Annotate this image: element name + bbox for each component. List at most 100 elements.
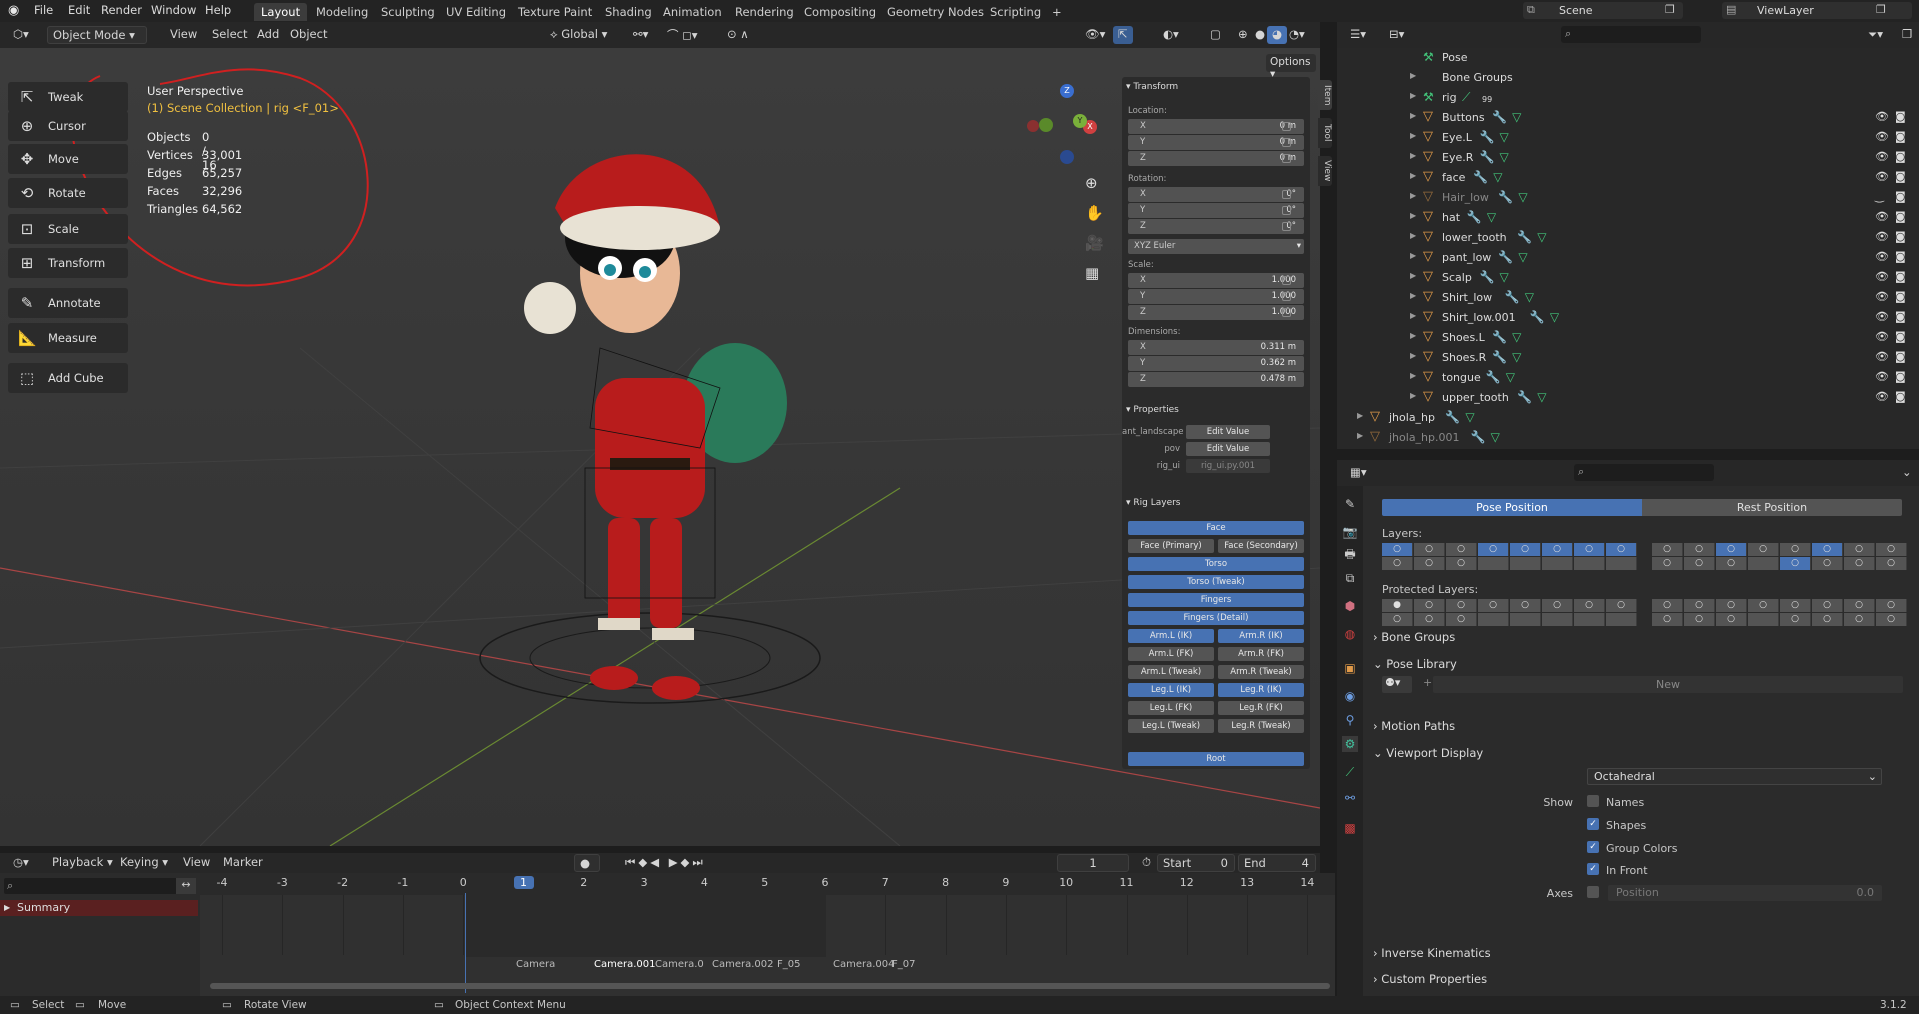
timeline-search-input[interactable]: ⌕: [4, 878, 196, 894]
layer-toggle[interactable]: ○: [1684, 543, 1715, 556]
eye-icon[interactable]: 👁: [1875, 230, 1889, 243]
visibility-icon[interactable]: 👁▾: [1080, 26, 1110, 44]
eye-icon[interactable]: 👁: [1875, 330, 1889, 343]
gizmo-neg-z[interactable]: [1060, 150, 1074, 164]
expand-arrow-icon[interactable]: ▶: [1410, 231, 1416, 240]
mesh-data-icon[interactable]: ▽: [1518, 250, 1527, 264]
eye-icon[interactable]: 👁: [1875, 350, 1889, 363]
motion-paths-panel[interactable]: › Motion Paths: [1373, 719, 1455, 733]
layer-toggle[interactable]: [1574, 613, 1605, 626]
eye-icon[interactable]: ‿: [1875, 190, 1884, 203]
layer-toggle[interactable]: ○: [1414, 543, 1445, 556]
tool-cursor[interactable]: ⊕ Cursor: [8, 111, 128, 141]
outliner-item-name[interactable]: Hair_low: [1442, 191, 1489, 204]
outliner-item-name[interactable]: Shirt_low: [1442, 291, 1492, 304]
swap-icon[interactable]: ↔: [176, 878, 196, 894]
current-frame-field[interactable]: 1: [1057, 854, 1129, 872]
camera-icon[interactable]: ◙: [1895, 330, 1906, 343]
menu-add[interactable]: Add: [252, 26, 284, 44]
layer-toggle[interactable]: [1606, 557, 1637, 570]
outliner-row[interactable]: ⚒ Pose: [1337, 48, 1919, 68]
outliner-item-name[interactable]: Buttons: [1442, 111, 1485, 124]
properties-search-input[interactable]: ⌕: [1574, 464, 1714, 481]
layer-toggle[interactable]: ○: [1684, 599, 1715, 612]
outliner-row[interactable]: ▶ ▽ Shoes.R 🔧 ▽ 👁 ◙: [1337, 348, 1919, 368]
tool-tweak[interactable]: ⇱ Tweak: [8, 82, 128, 112]
modifier-wrench-icon[interactable]: 🔧: [1492, 350, 1507, 364]
display-mode-icon[interactable]: ⊟▾: [1384, 26, 1409, 44]
summary-channel[interactable]: ▶ Summary: [0, 900, 198, 916]
expand-arrow-icon[interactable]: ▶: [1410, 191, 1416, 200]
eye-icon[interactable]: 👁: [1875, 170, 1889, 183]
mode-selector[interactable]: Object Mode ▾: [47, 26, 147, 44]
end-frame-field[interactable]: End 4: [1238, 854, 1316, 872]
modifier-wrench-icon[interactable]: 🔧: [1498, 250, 1513, 264]
layer-toggle[interactable]: ○: [1716, 557, 1747, 570]
eye-icon[interactable]: 👁: [1875, 310, 1889, 323]
outliner-row[interactable]: ▶ ▽ Shirt_low.001 🔧 ▽ 👁 ◙: [1337, 308, 1919, 328]
layer-toggle[interactable]: ○: [1414, 613, 1445, 626]
tab-item[interactable]: Item: [1318, 80, 1332, 110]
marker-label[interactable]: F_07: [892, 959, 915, 970]
proportional-edit-icon[interactable]: ⊙ ∧: [722, 26, 754, 44]
marker-menu[interactable]: Marker: [218, 854, 268, 872]
shading-rendered-icon[interactable]: ◔▾: [1284, 26, 1310, 44]
viewport-display-panel[interactable]: ⌄ Viewport Display: [1373, 746, 1483, 760]
expand-arrow-icon[interactable]: ▶: [1410, 211, 1416, 220]
scene-selector[interactable]: ⧉ Scene ❐: [1523, 2, 1683, 19]
custom-properties-panel[interactable]: › Custom Properties: [1373, 972, 1487, 986]
layer-toggle[interactable]: [1748, 613, 1779, 626]
in-front-checkbox[interactable]: ✓: [1587, 863, 1599, 875]
menu-edit[interactable]: Edit: [68, 3, 90, 17]
mesh-data-icon[interactable]: ▽: [1550, 310, 1559, 324]
overlays-icon[interactable]: ◐▾: [1158, 26, 1184, 44]
menu-file[interactable]: File: [34, 3, 53, 17]
view-layer-selector[interactable]: ▤ ViewLayer ❐: [1722, 2, 1912, 19]
tab-view[interactable]: View: [1318, 156, 1332, 186]
tab-tool[interactable]: Tool: [1318, 118, 1332, 148]
mesh-data-icon[interactable]: ▽: [1512, 330, 1521, 344]
timeline-scrollbar[interactable]: [210, 983, 1330, 989]
expand-arrow-icon[interactable]: ▶: [1410, 91, 1416, 100]
marker-label[interactable]: Camera.001: [594, 959, 656, 970]
expand-arrow-icon[interactable]: ▶: [1410, 251, 1416, 260]
keying-menu[interactable]: Keying ▾: [115, 854, 173, 872]
outliner-row[interactable]: ▶ ▽ Eye.R 🔧 ▽ 👁 ◙: [1337, 148, 1919, 168]
timeline-area[interactable]: ⌕ ↔ ▶ Summary -4 -3 -2 -1 0 1 2 3 4 5 6 7 8 9 10 11 12 13 1…: [0, 873, 1335, 999]
layer-toggle[interactable]: ○: [1652, 543, 1683, 556]
expand-arrow-icon[interactable]: ▶: [1410, 311, 1416, 320]
expand-arrow-icon[interactable]: ▶: [1410, 71, 1416, 80]
layer-toggle[interactable]: ○: [1844, 543, 1875, 556]
expand-arrow-icon[interactable]: ▶: [1410, 291, 1416, 300]
bone-constraints-tab-icon[interactable]: ⚯: [1342, 790, 1358, 806]
layer-toggle[interactable]: ○: [1382, 557, 1413, 570]
edit-value-button[interactable]: Edit Value: [1186, 425, 1270, 439]
outliner-item-name[interactable]: face: [1442, 171, 1465, 184]
marker-label[interactable]: Camera.002: [712, 959, 774, 970]
scl-field-y[interactable]: Y 1.000: [1128, 289, 1304, 304]
mesh-data-icon[interactable]: ▽: [1500, 270, 1509, 284]
layer-left-button[interactable]: Leg.L (Tweak): [1128, 719, 1214, 733]
layer-toggle[interactable]: ○: [1876, 599, 1907, 612]
modifier-wrench-icon[interactable]: 🔧: [1505, 290, 1520, 304]
layer-toggle[interactable]: ○: [1812, 557, 1843, 570]
pose-library-browse[interactable]: ⚉▾: [1382, 676, 1412, 693]
outliner-item-name[interactable]: upper_tooth: [1442, 391, 1509, 404]
expand-arrow-icon[interactable]: ▶: [1410, 151, 1416, 160]
expand-arrow-icon[interactable]: ▶: [1410, 111, 1416, 120]
layer-toggle[interactable]: [1574, 557, 1605, 570]
loc-field-x[interactable]: X0 m: [1128, 119, 1304, 134]
loc-field-z[interactable]: Z0 m: [1128, 151, 1304, 166]
dopesheet-area[interactable]: -4 -3 -2 -1 0 1 2 3 4 5 6 7 8 9 10 11 12 13 14 Camera Camer…: [200, 873, 1335, 999]
layer-toggle[interactable]: ○: [1812, 543, 1843, 556]
modifier-wrench-icon[interactable]: 🔧: [1480, 150, 1495, 164]
layer-left-button[interactable]: Arm.L (IK): [1128, 629, 1214, 643]
layer-torso-tweak-button[interactable]: Torso (Tweak): [1128, 575, 1304, 589]
layer-face-primary-button[interactable]: Face (Primary): [1128, 539, 1214, 553]
layer-toggle[interactable]: [1542, 613, 1573, 626]
outliner-item-name[interactable]: Scalp: [1442, 271, 1472, 284]
gizmo-z-axis[interactable]: Z: [1060, 84, 1074, 98]
mesh-data-icon[interactable]: ▽: [1465, 410, 1474, 424]
outliner-editor-icon[interactable]: ☰▾: [1345, 26, 1371, 44]
tab-scripting[interactable]: Scripting: [983, 3, 1048, 21]
